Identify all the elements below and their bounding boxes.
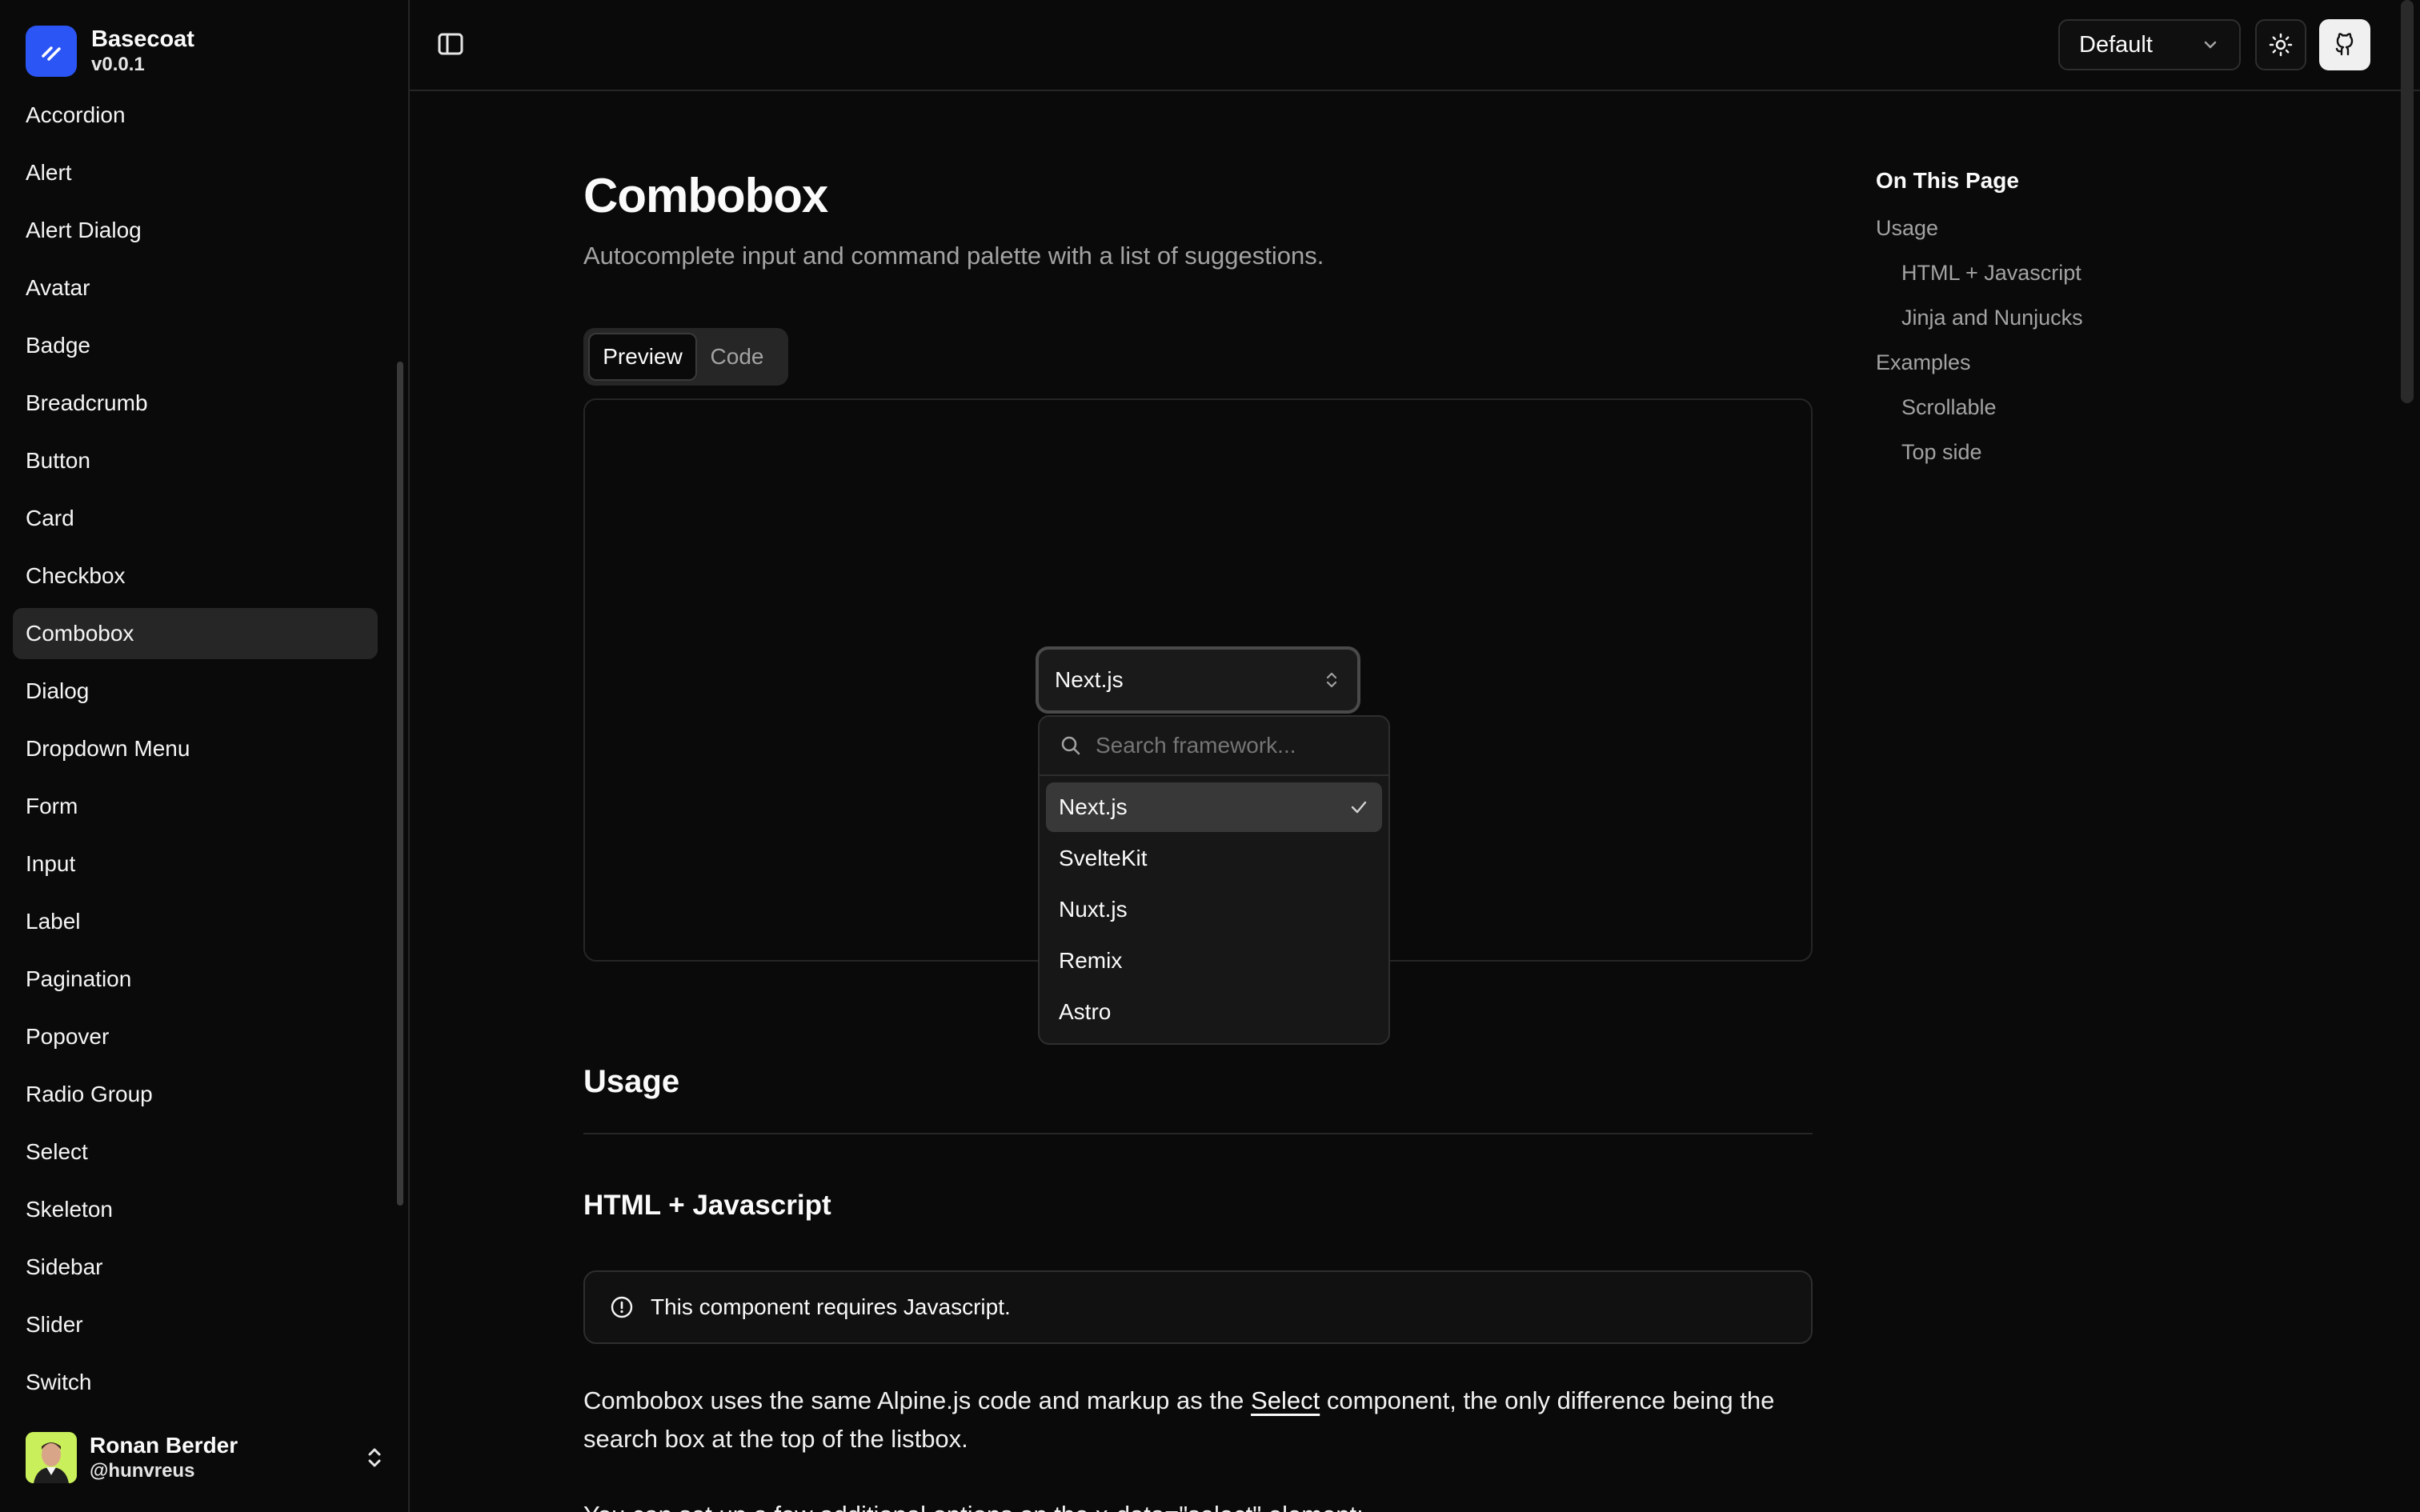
alert-text: This component requires Javascript.	[651, 1294, 1011, 1319]
option-label: Astro	[1059, 999, 1112, 1024]
sidebar-item-form[interactable]: Form	[13, 781, 378, 832]
sidebar-item-button[interactable]: Button	[13, 435, 378, 486]
sidebar-item-avatar[interactable]: Avatar	[13, 262, 378, 314]
paragraph-text-start: Combobox uses the same Alpine.js code an…	[583, 1386, 1252, 1414]
sidebar-item-select[interactable]: Select	[13, 1126, 378, 1178]
info-circle-icon	[611, 1296, 633, 1318]
sidebar-item-pagination[interactable]: Pagination	[13, 954, 378, 1005]
javascript-alert: This component requires Javascript.	[583, 1270, 1813, 1344]
combobox-listbox: Next.js SvelteKit Nuxt.js Remix Astro	[1040, 776, 1388, 1045]
option-astro[interactable]: Astro	[1046, 987, 1382, 1037]
user-handle: @hunvreus	[90, 1460, 195, 1482]
option-nextjs[interactable]: Next.js	[1046, 782, 1382, 832]
option-label: Next.js	[1059, 794, 1128, 819]
toc-title: On This Page	[1876, 168, 2019, 193]
user-name: Ronan Berder	[90, 1433, 238, 1458]
brand-version: v0.0.1	[91, 54, 145, 75]
sidebar-item-switch[interactable]: Switch	[13, 1357, 378, 1408]
sidebar-item-badge[interactable]: Badge	[13, 320, 378, 371]
preview-code-tabs: Preview Code	[583, 328, 788, 386]
theme-select[interactable]: Default	[2058, 19, 2241, 70]
toc-item-usage[interactable]: Usage	[1876, 213, 2083, 258]
tab-preview[interactable]: Preview	[588, 333, 697, 381]
sidebar-item-accordion[interactable]: Accordion	[13, 90, 378, 141]
sidebar-nav: Accordion Alert Alert Dialog Avatar Badg…	[13, 90, 378, 1414]
theme-toggle-button[interactable]	[2255, 19, 2306, 70]
sidebar-item-breadcrumb[interactable]: Breadcrumb	[13, 378, 378, 429]
option-label: SvelteKit	[1059, 846, 1148, 870]
sidebar-toggle-icon[interactable]	[435, 29, 466, 59]
sidebar-item-dialog[interactable]: Dialog	[13, 666, 378, 717]
sidebar-scrollbar[interactable]	[397, 362, 403, 1206]
chevrons-up-down-icon	[1326, 672, 1337, 688]
github-button[interactable]	[2319, 19, 2370, 70]
search-input[interactable]	[1096, 733, 1368, 758]
sidebar-item-checkbox[interactable]: Checkbox	[13, 550, 378, 602]
page-title: Combobox	[583, 169, 828, 222]
sidebar-item-combobox[interactable]: Combobox	[13, 608, 378, 659]
option-sveltekit[interactable]: SvelteKit	[1046, 834, 1382, 883]
sidebar-item-alert-dialog[interactable]: Alert Dialog	[13, 205, 378, 256]
sidebar-item-slider[interactable]: Slider	[13, 1299, 378, 1350]
search-icon	[1061, 736, 1080, 755]
options-paragraph: You can set up a few additional options …	[583, 1496, 1824, 1512]
main-scrollbar[interactable]	[2401, 0, 2414, 403]
sidebar-item-input[interactable]: Input	[13, 838, 378, 890]
user-menu[interactable]: Ronan Berder @hunvreus	[26, 1432, 386, 1483]
tab-code[interactable]: Code	[697, 333, 777, 381]
sidebar: Basecoat v0.0.1 Accordion Alert Alert Di…	[0, 0, 410, 1512]
option-label: Nuxt.js	[1059, 897, 1128, 922]
toc-item-top-side[interactable]: Top side	[1876, 437, 2083, 482]
sun-icon	[2269, 33, 2293, 57]
sidebar-item-popover[interactable]: Popover	[13, 1011, 378, 1062]
sidebar-item-dropdown-menu[interactable]: Dropdown Menu	[13, 723, 378, 774]
chevron-down-icon	[2204, 41, 2217, 49]
github-icon	[2335, 33, 2354, 56]
section-divider	[583, 1133, 1813, 1134]
sidebar-item-sidebar[interactable]: Sidebar	[13, 1242, 378, 1293]
sidebar-item-radio-group[interactable]: Radio Group	[13, 1069, 378, 1120]
option-label: Remix	[1059, 948, 1123, 973]
combobox-trigger[interactable]: Next.js	[1036, 646, 1360, 714]
sidebar-item-card[interactable]: Card	[13, 493, 378, 544]
toc-item-scrollable[interactable]: Scrollable	[1876, 392, 2083, 437]
option-nuxtjs[interactable]: Nuxt.js	[1046, 885, 1382, 934]
toc-item-jinja-nunjucks[interactable]: Jinja and Nunjucks	[1876, 302, 2083, 347]
combobox-popover: Next.js SvelteKit Nuxt.js Remix Astro	[1038, 715, 1390, 1045]
usage-heading: Usage	[583, 1064, 680, 1099]
toc-item-examples[interactable]: Examples	[1876, 347, 2083, 392]
sidebar-item-alert[interactable]: Alert	[13, 147, 378, 198]
combobox-selected-value: Next.js	[1055, 667, 1124, 692]
sidebar-item-label[interactable]: Label	[13, 896, 378, 947]
combobox-search	[1040, 717, 1388, 776]
check-icon	[1351, 801, 1367, 814]
basecoat-logo-icon	[26, 26, 77, 77]
toc-item-html-javascript[interactable]: HTML + Javascript	[1876, 258, 2083, 302]
brand-name: Basecoat	[91, 26, 194, 52]
option-remix[interactable]: Remix	[1046, 936, 1382, 986]
page-description: Autocomplete input and command palette w…	[583, 242, 1324, 270]
theme-select-value: Default	[2079, 31, 2153, 58]
html-javascript-heading: HTML + Javascript	[583, 1190, 831, 1221]
combobox-paragraph: Combobox uses the same Alpine.js code an…	[583, 1382, 1824, 1458]
sidebar-item-skeleton[interactable]: Skeleton	[13, 1184, 378, 1235]
select-link[interactable]: Select	[1251, 1386, 1320, 1414]
brand[interactable]: Basecoat v0.0.1	[26, 26, 194, 77]
avatar	[26, 1432, 77, 1483]
chevrons-up-down-icon	[368, 1448, 381, 1467]
table-of-contents: On This Page Usage HTML + Javascript Jin…	[1876, 168, 2083, 482]
